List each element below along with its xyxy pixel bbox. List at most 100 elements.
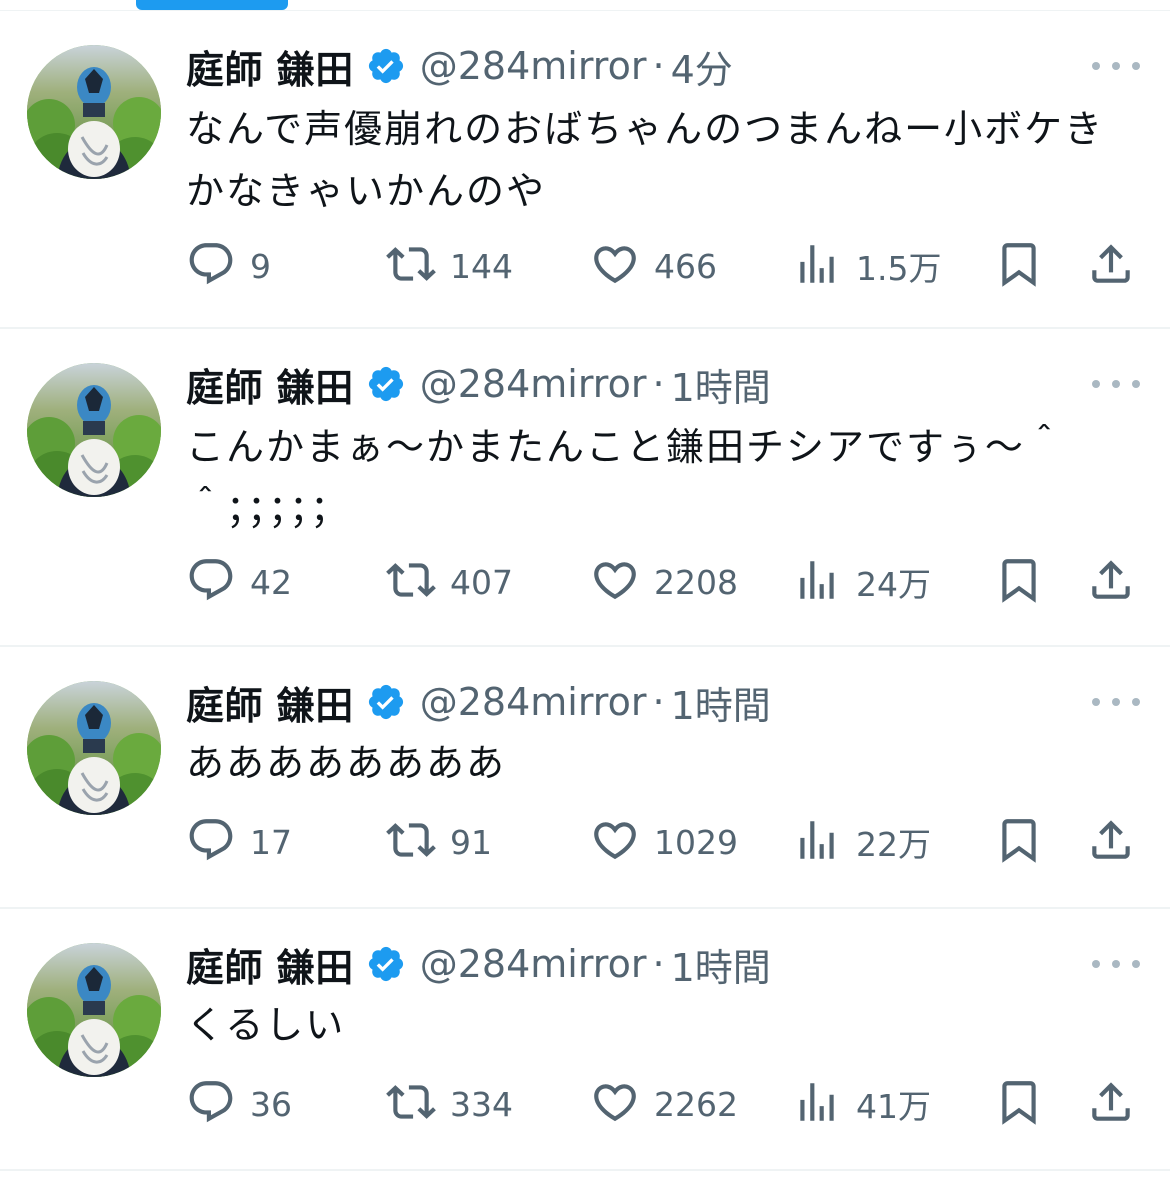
bookmark-button[interactable]: [994, 239, 1044, 293]
separator-dot: ·: [652, 44, 665, 88]
tweet-text: くるしい: [186, 1003, 346, 1047]
bookmark-button[interactable]: [994, 1077, 1044, 1131]
like-button[interactable]: 466: [590, 239, 717, 293]
retweet-button[interactable]: 334: [386, 1077, 513, 1131]
tweet-text: こんかまぁ〜かまたんこと鎌田チシアですぅ〜＾＾；；；；；: [186, 425, 1065, 531]
retweet-icon: [386, 1077, 436, 1131]
more-options-icon[interactable]: [1092, 56, 1140, 76]
reply-icon: [186, 815, 236, 869]
views-count: 24万: [856, 565, 931, 604]
views-button[interactable]: 1.5万: [792, 239, 941, 293]
retweet-button[interactable]: 407: [386, 555, 513, 609]
views-icon: [792, 555, 842, 609]
user-handle[interactable]: @284mirror: [420, 680, 647, 724]
reply-button[interactable]: 9: [186, 239, 271, 293]
bookmark-icon: [994, 815, 1044, 869]
views-count: 22万: [856, 825, 931, 864]
like-count: 1029: [654, 822, 738, 862]
views-count: 41万: [856, 1087, 931, 1126]
reply-icon: [186, 555, 236, 609]
like-button[interactable]: 2262: [590, 1077, 738, 1131]
more-options-icon[interactable]: [1092, 374, 1140, 394]
share-button[interactable]: [1086, 1077, 1136, 1131]
retweet-count: 407: [450, 562, 513, 602]
user-handle[interactable]: @284mirror: [420, 362, 647, 406]
share-icon: [1086, 1077, 1136, 1131]
bookmark-button[interactable]: [994, 555, 1044, 609]
tweet[interactable]: 庭師 鎌田 @284mirror · 4分 なんで声優崩れのおばちゃんのつまんね…: [0, 11, 1170, 329]
reply-icon: [186, 1077, 236, 1131]
views-count: 1.5万: [856, 249, 942, 288]
avatar[interactable]: [27, 363, 161, 497]
tweet-text: ああああああああ: [186, 741, 507, 785]
tweet-header: 庭師 鎌田 @284mirror · 1時間: [186, 679, 771, 728]
verified-badge-icon: [366, 944, 406, 984]
reply-count: 42: [250, 562, 292, 602]
share-icon: [1086, 555, 1136, 609]
separator-dot: ·: [652, 362, 665, 406]
retweet-count: 334: [450, 1084, 513, 1124]
display-name[interactable]: 庭師 鎌田: [186, 937, 354, 992]
tweet[interactable]: 庭師 鎌田 @284mirror · 1時間 ああああああああ 17 91 10…: [0, 647, 1170, 909]
retweet-button[interactable]: 91: [386, 815, 492, 869]
tweet[interactable]: 庭師 鎌田 @284mirror · 1時間 くるしい 36 334 2262 …: [0, 909, 1170, 1171]
views-button[interactable]: 41万: [792, 1077, 931, 1131]
share-button[interactable]: [1086, 815, 1136, 869]
retweet-button[interactable]: 144: [386, 239, 513, 293]
display-name[interactable]: 庭師 鎌田: [186, 39, 354, 94]
more-options-icon[interactable]: [1092, 954, 1140, 974]
like-count: 2208: [654, 562, 738, 602]
timestamp[interactable]: 1時間: [671, 937, 771, 992]
like-button[interactable]: 2208: [590, 555, 738, 609]
retweet-count: 91: [450, 822, 492, 862]
like-button[interactable]: 1029: [590, 815, 738, 869]
views-icon: [792, 239, 842, 293]
verified-badge-icon: [366, 682, 406, 722]
reply-button[interactable]: 36: [186, 1077, 292, 1131]
timestamp[interactable]: 1時間: [671, 357, 771, 412]
display-name[interactable]: 庭師 鎌田: [186, 675, 354, 730]
retweet-icon: [386, 815, 436, 869]
verified-badge-icon: [366, 46, 406, 86]
share-icon: [1086, 239, 1136, 293]
views-button[interactable]: 24万: [792, 555, 931, 609]
separator-dot: ·: [652, 942, 665, 986]
share-button[interactable]: [1086, 555, 1136, 609]
reply-button[interactable]: 42: [186, 555, 292, 609]
display-name[interactable]: 庭師 鎌田: [186, 357, 354, 412]
tweet-header: 庭師 鎌田 @284mirror · 1時間: [186, 361, 771, 410]
user-handle[interactable]: @284mirror: [420, 44, 647, 88]
bookmark-button[interactable]: [994, 815, 1044, 869]
reply-count: 36: [250, 1084, 292, 1124]
more-options-icon[interactable]: [1092, 692, 1140, 712]
views-icon: [792, 1077, 842, 1131]
avatar[interactable]: [27, 45, 161, 179]
tweet-divider: [0, 1169, 1170, 1171]
reply-button[interactable]: 17: [186, 815, 292, 869]
timestamp[interactable]: 4分: [671, 39, 733, 94]
views-button[interactable]: 22万: [792, 815, 931, 869]
tweet-header: 庭師 鎌田 @284mirror · 4分: [186, 43, 733, 92]
reply-icon: [186, 239, 236, 293]
separator-dot: ·: [652, 680, 665, 724]
tweet[interactable]: 庭師 鎌田 @284mirror · 1時間 こんかまぁ〜かまたんこと鎌田チシア…: [0, 329, 1170, 647]
retweet-icon: [386, 239, 436, 293]
like-icon: [590, 1077, 640, 1131]
user-handle[interactable]: @284mirror: [420, 942, 647, 986]
views-icon: [792, 815, 842, 869]
like-icon: [590, 555, 640, 609]
avatar[interactable]: [27, 943, 161, 1077]
share-button[interactable]: [1086, 239, 1136, 293]
active-tab-indicator[interactable]: [136, 0, 288, 10]
verified-badge-icon: [366, 364, 406, 404]
tweet-text: なんで声優崩れのおばちゃんのつまんねー小ボケきかなきゃいかんのや: [186, 107, 1105, 213]
retweet-count: 144: [450, 246, 513, 286]
reply-count: 17: [250, 822, 292, 862]
timestamp[interactable]: 1時間: [671, 675, 771, 730]
avatar[interactable]: [27, 681, 161, 815]
like-icon: [590, 239, 640, 293]
share-icon: [1086, 815, 1136, 869]
reply-count: 9: [250, 246, 271, 286]
bookmark-icon: [994, 239, 1044, 293]
like-count: 466: [654, 246, 717, 286]
